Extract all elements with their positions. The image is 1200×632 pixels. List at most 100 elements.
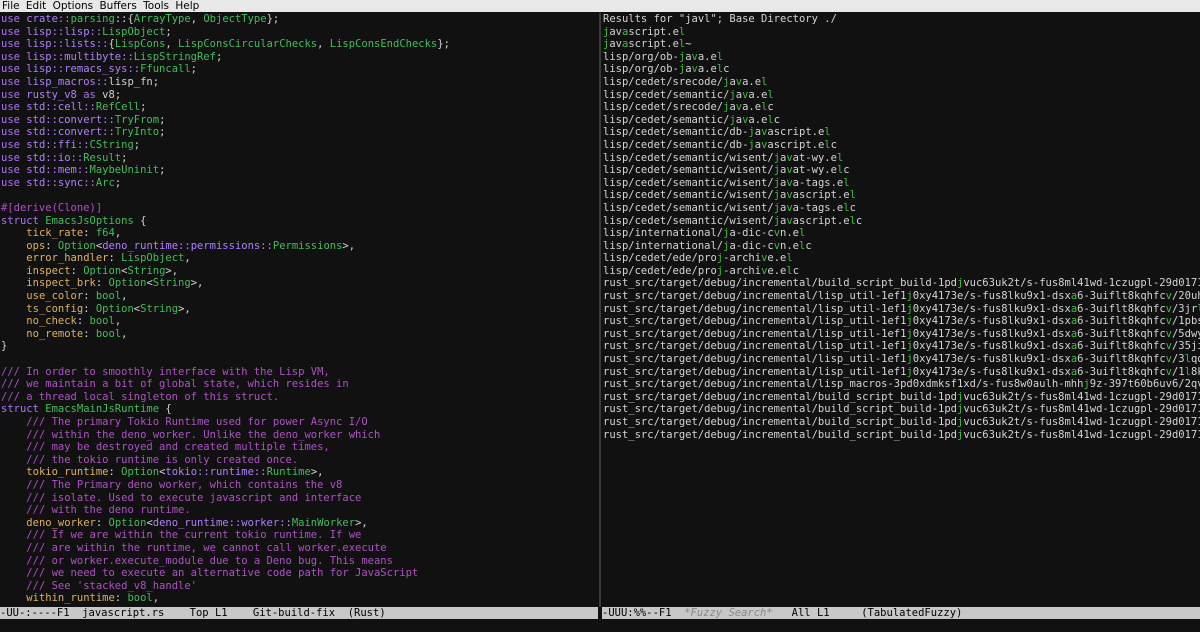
token: ; (165, 25, 172, 38)
token: lisp::remacs_sys:: (26, 63, 141, 76)
token: std::io:: (26, 151, 84, 164)
result-row[interactable]: lisp/cedet/srecode/java.el (602, 76, 1200, 89)
result-row[interactable]: lisp/cedet/semantic/wisent/java-tags.el (602, 177, 1200, 190)
token: ~ (685, 38, 692, 51)
minibuffer[interactable] (0, 620, 1200, 632)
token: } (1, 340, 8, 353)
code-line: use std::sync::Arc; (0, 177, 598, 190)
result-row[interactable]: rust_src/target/debug/incremental/lisp_u… (602, 353, 1200, 366)
token: inspect_brk (26, 277, 96, 290)
result-row[interactable]: lisp/cedet/ede/proj-archive.elc (602, 265, 1200, 278)
result-row[interactable]: lisp/org/ob-java.el (602, 51, 1200, 64)
result-row[interactable]: lisp/cedet/semantic/wisent/javat-wy.elc (602, 164, 1200, 177)
result-row[interactable]: lisp/org/ob-java.elc (602, 63, 1200, 76)
token: Result (83, 151, 122, 164)
token: ArrayType (133, 13, 191, 25)
token: a-dic-c (729, 239, 774, 252)
result-row[interactable]: rust_src/target/debug/incremental/lisp_u… (602, 315, 1200, 328)
result-row[interactable]: rust_src/target/debug/incremental/build_… (602, 403, 1200, 416)
result-row[interactable]: lisp/cedet/srecode/java.elc (602, 101, 1200, 114)
token: vuc63uk2t/s-fus8ml41wd-1czugpl-29d0171f3 (963, 428, 1200, 441)
result-row[interactable]: javascript.el~ (602, 38, 1200, 51)
code-line: use lisp::multibyte::LispStringRef; (0, 51, 598, 64)
token: rust_src/target/debug/incremental/lisp_u… (603, 365, 907, 378)
token: tokio::runtime:: (165, 466, 267, 479)
result-row[interactable]: lisp/cedet/semantic/db-javascript.el (602, 126, 1200, 139)
token: l (786, 252, 793, 265)
result-row[interactable]: lisp/cedet/ede/proj-archive.el (602, 252, 1200, 265)
token: use (1, 138, 27, 151)
token: c (855, 214, 863, 227)
result-row[interactable]: lisp/cedet/semantic/wisent/javascript.el… (602, 215, 1200, 228)
token: c (843, 164, 850, 177)
result-row[interactable]: lisp/cedet/semantic/wisent/java-tags.elc (602, 202, 1200, 215)
result-row[interactable]: lisp/cedet/semantic/java.elc (602, 114, 1200, 127)
token: 0xy4173e/s-fus8lku9x1-dsx (912, 365, 1071, 378)
code-line: /// The Primary deno worker, which conta… (0, 479, 598, 492)
result-row[interactable]: lisp/cedet/semantic/wisent/javascript.el (602, 189, 1200, 202)
token: std::convert:: (26, 113, 115, 126)
result-row[interactable]: rust_src/target/debug/incremental/lisp_m… (602, 378, 1200, 391)
token: deno_runtime::permissions:: (102, 239, 273, 252)
token: use (1, 126, 27, 139)
token: /// we maintain a bit of global state, w… (1, 378, 349, 391)
code-line: /// are within the runtime, we cannot ca… (0, 542, 598, 555)
token: use_color (26, 290, 84, 303)
token: rust_src/target/debug/incremental/build_… (603, 390, 958, 403)
menu-buffers[interactable]: Buffers (99, 0, 136, 12)
result-row[interactable]: rust_src/target/debug/incremental/lisp_u… (602, 303, 1200, 316)
code-line: inspect: Option<String>, (0, 265, 598, 278)
token: script.e (628, 38, 679, 51)
result-row[interactable]: rust_src/target/debug/incremental/build_… (602, 391, 1200, 404)
menu-tools[interactable]: Tools (143, 0, 169, 12)
result-row[interactable]: rust_src/target/debug/incremental/lisp_u… (602, 340, 1200, 353)
token: , (165, 38, 179, 51)
result-row[interactable]: lisp/international/ja-dic-cvn.el (602, 227, 1200, 240)
result-row[interactable]: javascript.el (602, 26, 1200, 39)
result-row[interactable]: rust_src/target/debug/incremental/lisp_u… (602, 366, 1200, 379)
token: /// we need to execute an alternative co… (26, 567, 419, 580)
token: use (1, 25, 27, 38)
modeline-git-branch[interactable]: Git-build-fix (253, 607, 335, 619)
token: CString (89, 138, 134, 151)
code-line: use std::convert::TryInto; (0, 126, 598, 139)
result-row[interactable]: rust_src/target/debug/incremental/build_… (602, 429, 1200, 442)
code-editor-pane[interactable]: use crate::parsing::{ArrayType, ObjectTy… (0, 13, 598, 606)
result-row[interactable]: rust_src/target/debug/incremental/lisp_u… (602, 290, 1200, 303)
result-row[interactable]: lisp/cedet/semantic/db-javascript.elc (602, 139, 1200, 152)
token: a.e (697, 63, 717, 76)
fuzzy-search-results-pane[interactable]: Results for "javl"; Base Directory ./ ja… (602, 13, 1200, 606)
code-line: use lisp::lisp::LispObject; (0, 26, 598, 39)
token: /// The Primary deno worker, which conta… (26, 478, 343, 491)
menu-edit[interactable]: Edit (26, 0, 46, 12)
result-row[interactable]: rust_src/target/debug/incremental/build_… (602, 277, 1200, 290)
result-row[interactable]: lisp/international/ja-dic-cvn.elc (602, 240, 1200, 253)
modeline-buffer-name[interactable]: *Fuzzy Search* (684, 607, 773, 619)
token: rust_src/target/debug/incremental/lisp_u… (603, 340, 907, 353)
token: ascript.e (767, 126, 825, 139)
modeline-major-mode[interactable]: (TabulatedFuzzy) (861, 607, 962, 619)
token: rust_src/target/debug/incremental/lisp_u… (603, 290, 907, 303)
token: vuc63uk2t/s-fus8ml41wd-1czugpl-29d0171f3 (963, 277, 1200, 290)
menu-file[interactable]: File (2, 0, 20, 12)
modeline-buffer-name[interactable]: javascript.rs (82, 607, 164, 619)
token: { (133, 214, 147, 227)
token: use (1, 101, 27, 114)
token: rust_src/target/debug/incremental/lisp_u… (603, 302, 907, 315)
result-row[interactable]: rust_src/target/debug/incremental/lisp_u… (602, 328, 1200, 341)
token: 9z-397t60b6uv6/2qv2vo08 (1089, 378, 1200, 391)
result-row[interactable]: lisp/cedet/semantic/wisent/javat-wy.el (602, 152, 1200, 165)
token: LispConsEndChecks (329, 38, 438, 51)
result-row[interactable]: lisp/cedet/semantic/java.el (602, 89, 1200, 102)
menu-help[interactable]: Help (175, 0, 199, 12)
result-row[interactable]: rust_src/target/debug/incremental/build_… (602, 416, 1200, 429)
modeline-major-mode[interactable]: (Rust) (335, 607, 386, 619)
token: Runtime (266, 466, 311, 479)
window-divider[interactable] (599, 13, 601, 607)
token: a-tags.e (792, 176, 844, 189)
menu-options[interactable]: Options (53, 0, 94, 12)
token: TryInto (114, 126, 160, 139)
